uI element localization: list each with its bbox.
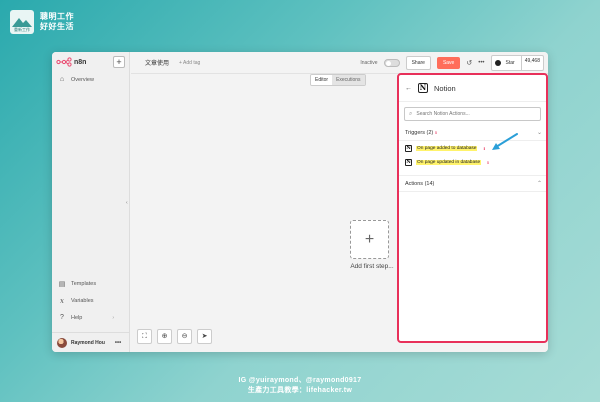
brand: 重新工作 聰明工作 好好生活 — [10, 10, 74, 34]
search-field[interactable]: ⌕ — [404, 107, 541, 121]
footer-line1: IG @yuiraymond、@raymond0917 — [238, 377, 362, 384]
tab-editor[interactable]: Editor — [311, 75, 333, 85]
add-tag-button[interactable]: + Add tag — [179, 60, 200, 66]
history-icon[interactable]: ↺ — [466, 59, 472, 67]
search-input[interactable] — [416, 111, 537, 117]
github-star-button[interactable]: Star 49,468 — [490, 55, 544, 71]
github-icon — [494, 60, 501, 66]
sidebar-item-help[interactable]: ? Help › — [58, 314, 114, 321]
variable-icon: x — [60, 297, 64, 305]
search-icon: ⌕ — [409, 110, 413, 117]
header-actions: Inactive Share Save ↺ ••• Star 49,468 — [360, 52, 544, 74]
share-button[interactable]: Share — [405, 56, 431, 70]
info-icon: ℹ — [435, 130, 437, 135]
templates-icon: ▤ — [58, 281, 66, 288]
trigger-item-label: On page added to database — [416, 146, 478, 151]
brand-slogan-line2: 好好生活 — [40, 22, 74, 31]
notion-icon: N — [418, 83, 428, 93]
sidebar-item-label: Variables — [71, 298, 94, 304]
help-icon: ? — [60, 314, 64, 321]
tab-executions[interactable]: Executions — [332, 75, 365, 85]
zoom-in-icon[interactable]: ⊕ — [157, 329, 172, 344]
chevron-up-icon: ⌃ — [536, 181, 542, 187]
cursor-icon[interactable]: ➤ — [197, 329, 212, 344]
divider — [399, 175, 546, 176]
app-logo-text: n8n — [74, 58, 87, 66]
github-star: Star — [492, 56, 522, 70]
trigger-item-page-updated[interactable]: N On page updated in database ℹ — [405, 159, 489, 166]
sidebar-item-label: Overview — [71, 76, 94, 83]
zoom-controls: ⛶ ⊕ ⊖ ➤ — [137, 329, 212, 344]
divider — [399, 140, 546, 141]
footer-line2: 生產力工具教學：lifehacker.tw — [247, 387, 353, 394]
active-status-label: Inactive — [360, 60, 378, 66]
view-tabs: Editor Executions — [310, 74, 366, 86]
divider — [399, 191, 546, 192]
brand-slogan: 聰明工作 好好生活 — [40, 12, 74, 32]
sidebar: n8n + ⌂ Overview ▤ Templates x Variables… — [52, 52, 130, 352]
user-menu[interactable]: Raymond Hou ••• — [52, 332, 130, 352]
info-icon: ℹ — [487, 160, 489, 165]
sidebar-item-templates[interactable]: ▤ Templates — [58, 280, 96, 288]
more-options-icon[interactable]: ••• — [478, 60, 484, 66]
sidebar-item-label: Help — [71, 314, 83, 321]
workflow-title[interactable]: 文章使用 — [145, 58, 169, 67]
user-name: Raymond Hou — [71, 339, 105, 346]
back-arrow-icon[interactable]: ← — [405, 85, 412, 92]
add-first-step-label: Add first step... — [350, 263, 394, 270]
trigger-item-label: On page updated in database — [416, 160, 482, 165]
fit-view-icon[interactable]: ⛶ — [137, 329, 152, 344]
avatar — [57, 337, 67, 348]
more-icon[interactable]: ••• — [115, 340, 121, 346]
actions-section-header[interactable]: Actions (14) ⌃ — [405, 180, 542, 188]
info-icon: ℹ — [483, 146, 486, 151]
triggers-section-header[interactable]: Triggers (2) ℹ ⌄ — [405, 129, 542, 137]
brand-logo: 重新工作 — [10, 10, 34, 34]
brand-slogan-line1: 聰明工作 — [40, 12, 74, 21]
add-first-step-button[interactable]: + — [350, 220, 389, 259]
home-icon: ⌂ — [59, 76, 65, 83]
notion-icon: N — [405, 159, 412, 166]
save-button[interactable]: Save — [436, 57, 461, 69]
sidebar-item-label: Templates — [71, 281, 97, 287]
create-workflow-button[interactable]: + — [113, 56, 125, 68]
panel-header: ← N Notion — [399, 75, 546, 102]
annotation-arrow-icon — [492, 133, 518, 150]
chevron-down-icon: ⌄ — [536, 130, 542, 136]
collapse-sidebar-icon[interactable]: ‹ — [126, 200, 128, 206]
sidebar-item-variables[interactable]: x Variables — [58, 297, 94, 305]
zoom-out-icon[interactable]: ⊖ — [177, 329, 192, 344]
chevron-right-icon: › — [112, 314, 114, 321]
notion-icon: N — [405, 145, 412, 152]
brand-logo-caption: 重新工作 — [14, 27, 30, 32]
n8n-logo-icon — [56, 57, 72, 67]
star-count: 49,468 — [524, 58, 540, 64]
star-label: Star — [505, 60, 515, 66]
panel-title: Notion — [434, 83, 456, 93]
triggers-header-label: Triggers (2) — [405, 129, 434, 136]
node-creator-panel: ← N Notion ⌕ Triggers (2) ℹ ⌄ N On page … — [397, 73, 548, 343]
active-toggle[interactable] — [383, 59, 400, 67]
sidebar-item-overview[interactable]: ⌂ Overview — [58, 76, 94, 83]
header: 文章使用 + Add tag Inactive Share Save ↺ •••… — [131, 52, 548, 74]
trigger-item-page-added[interactable]: N On page added to database ℹ — [405, 145, 485, 152]
actions-header-label: Actions (14) — [405, 180, 435, 187]
